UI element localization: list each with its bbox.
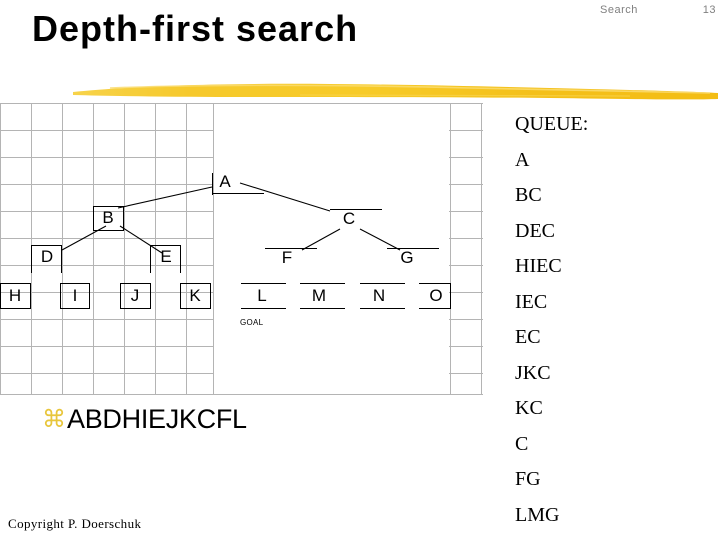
- queue-heading: QUEUE:: [515, 113, 589, 135]
- result-path-text: ABDHIEJKCFL: [67, 403, 247, 434]
- queue-state: A: [515, 148, 530, 171]
- result-path-bullet-line: ⌘ ABDHIEJKCFL: [42, 404, 247, 434]
- place-of-interest-bullet-icon: ⌘: [42, 405, 66, 433]
- queue-state: IEC: [515, 290, 548, 313]
- tree-node-o: O: [429, 286, 443, 305]
- tree-node-a: A: [219, 172, 231, 191]
- tree-node-l-overline: [241, 283, 286, 285]
- tree-node-o-underline: [419, 308, 451, 310]
- header-section-label: Search: [600, 4, 638, 16]
- tree-node-o-right-edge: [450, 283, 452, 309]
- tree-node-i: I: [72, 286, 78, 305]
- tree-node-l-underline: [241, 308, 286, 310]
- search-tree-diagram: A B C D E F G H I J K L M N O GOAL: [0, 103, 483, 395]
- queue-state: DEC: [515, 219, 555, 242]
- node-a-underline: [212, 193, 264, 195]
- tree-node-n: N: [372, 286, 386, 305]
- copyright-notice: Copyright P. Doerschuk: [8, 516, 142, 531]
- queue-state: BC: [515, 184, 542, 206]
- tree-node-j: J: [130, 286, 140, 305]
- tree-node-k: K: [189, 286, 201, 305]
- slide-header: Search 13: [600, 4, 716, 22]
- tree-node-l: L: [257, 286, 267, 305]
- tree-node-n-overline: [360, 283, 405, 285]
- tree-node-m-underline: [300, 308, 345, 310]
- tree-node-g: G: [400, 248, 414, 267]
- tree-node-e: E: [160, 247, 172, 266]
- queue-state: KC: [515, 397, 543, 419]
- tree-node-m-overline: [300, 283, 345, 285]
- page-title: Depth-first search: [32, 8, 359, 49]
- queue-state: C: [515, 432, 529, 455]
- queue-panel: QUEUE: A BC DEC HIEC IEC EC JKC KC C FG …: [515, 112, 710, 538]
- slide-number-label: 13: [702, 4, 716, 16]
- tree-node-n-underline: [360, 308, 405, 310]
- queue-state: EC: [515, 326, 541, 348]
- tree-node-m: M: [311, 286, 327, 305]
- goal-label: GOAL: [240, 318, 264, 327]
- queue-state: FG: [515, 468, 541, 490]
- tree-node-d: D: [40, 247, 54, 266]
- tree-node-o-overline: [419, 283, 451, 285]
- tree-node-h: H: [8, 286, 22, 305]
- queue-state: LMG: [515, 503, 560, 526]
- tree-node-f: F: [281, 248, 293, 267]
- queue-state: JKC: [515, 361, 551, 384]
- tree-node-b: B: [102, 208, 114, 227]
- queue-state: HIEC: [515, 255, 562, 277]
- title-brush-underline: [73, 83, 718, 100]
- tree-node-c: C: [342, 209, 356, 228]
